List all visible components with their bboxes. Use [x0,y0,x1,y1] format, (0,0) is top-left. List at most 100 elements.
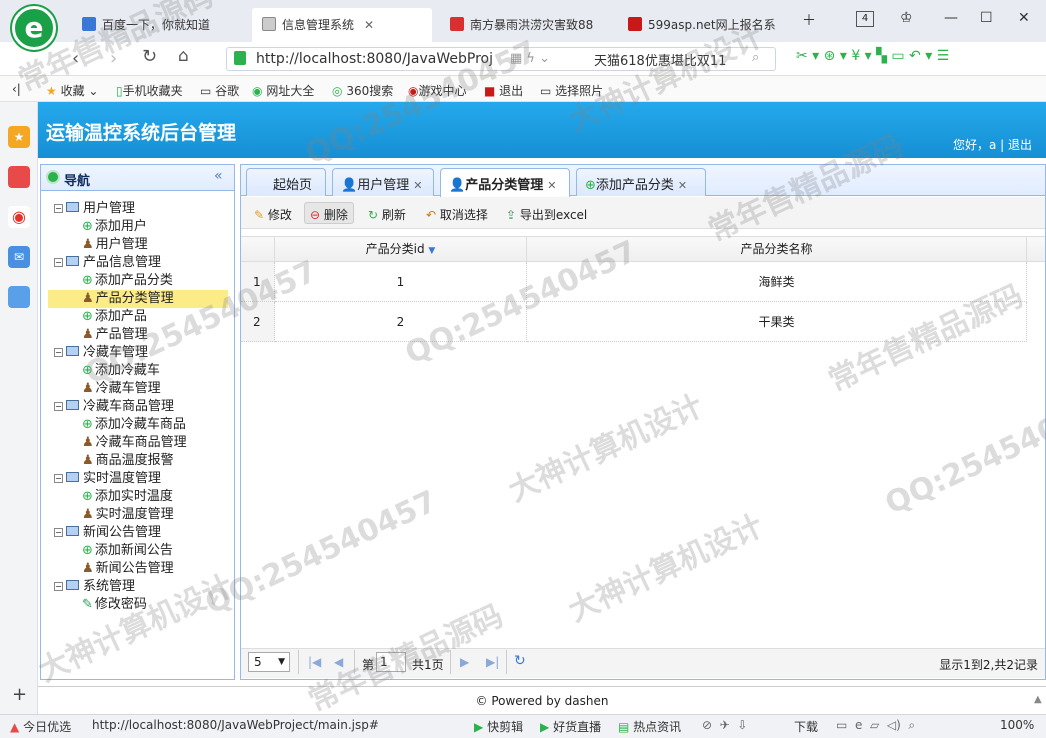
close-window-button[interactable]: ✕ [1018,10,1030,26]
recommend-label[interactable]: ▲ 今日优选 [10,718,71,735]
tree-item[interactable]: ♟ 冷藏车商品管理 [48,434,228,452]
tab-user-manage[interactable]: 👤用户管理 ✕ [332,168,434,196]
home-icon[interactable]: ⌂ [178,46,189,66]
refresh-icon[interactable]: ↻ [142,46,157,67]
bookmark-360[interactable]: ◎ 360搜索 [332,82,393,99]
add-icon: ⊕ [585,178,596,193]
status-quickcut[interactable]: ▶ 快剪辑 [474,718,523,735]
scroll-arrow-icon[interactable]: ▲ [1034,694,1042,705]
forward-button[interactable]: › [110,48,117,69]
status-tools-icons[interactable]: ⊘ ✈ ⇩ [702,718,747,732]
tree-item[interactable]: ⊕ 添加新闻公告 [48,542,228,560]
column-header-name[interactable]: 产品分类名称 [527,236,1027,262]
tab-counter[interactable]: 4 [856,11,874,27]
collapse-box-icon[interactable]: − [54,474,63,483]
tree-group[interactable]: − 冷藏车管理 [48,344,228,362]
collapse-box-icon[interactable]: − [54,258,63,267]
collapse-box-icon[interactable]: − [54,402,63,411]
star-icon[interactable]: ★ [8,126,30,148]
bookmark-games[interactable]: ◉游戏中心 [408,82,467,99]
deselect-button[interactable]: ↶ 取消选择 [420,202,494,224]
export-excel-button[interactable]: ⇪ 导出到excel [500,202,593,224]
collapse-box-icon[interactable]: − [54,348,63,357]
bookmark-favorites[interactable]: ★ 收藏 ⌄ [46,82,98,99]
tree-group[interactable]: − 新闻公告管理 [48,524,228,542]
bookmark-mobile[interactable]: ▯手机收藏夹 [116,82,183,99]
maximize-button[interactable]: ☐ [980,10,993,26]
weibo-icon[interactable]: ◉ [8,206,30,228]
first-page-icon[interactable]: |◀ [308,655,321,669]
browser-tab-news[interactable]: 南方暴雨洪涝灾害致88 [440,8,612,42]
tab-category-manage[interactable]: 👤产品分类管理 ✕ [440,168,570,197]
last-page-icon[interactable]: ▶| [486,655,499,669]
close-tab-icon[interactable]: ✕ [678,179,687,192]
add-sidebar-icon[interactable]: + [12,684,27,705]
prev-page-icon[interactable]: ◀ [334,655,343,669]
close-tab-icon[interactable]: ✕ [547,179,556,192]
close-tab-icon[interactable]: ✕ [364,18,374,32]
back-button[interactable]: ‹ [72,48,79,69]
collapse-icon[interactable]: « [214,168,223,184]
tree-group[interactable]: − 实时温度管理 [48,470,228,488]
tab-home[interactable]: 起始页 [246,168,326,196]
page-size-select[interactable]: 5 ▼ [248,652,290,672]
tree-item[interactable]: ♟ 产品管理 [48,326,228,344]
tree-item[interactable]: ⊕ 添加冷藏车商品 [48,416,228,434]
collapse-box-icon[interactable]: − [54,204,63,213]
refresh-button[interactable]: ↻ 刷新 [362,202,412,224]
bookmark-logout[interactable]: ■ 退出 [484,82,523,99]
bookmark-google[interactable]: ▭ 谷歌 [200,82,239,99]
tree-group[interactable]: − 冷藏车商品管理 [48,398,228,416]
qr-icon[interactable]: ▦ ϟ ⌄ [510,51,550,66]
zoom-level[interactable]: 100% [1000,718,1034,732]
skin-icon[interactable]: ♔ [900,10,913,26]
next-page-icon[interactable]: ▶ [460,655,469,669]
browser-tab-baidu[interactable]: 百度一下，你就知道 [72,8,240,42]
page-number-input[interactable]: 1 [376,652,406,672]
tree-item[interactable]: ⊕ 添加实时温度 [48,488,228,506]
reload-icon[interactable]: ↻ [514,653,526,669]
bookmark-photos[interactable]: ▭ 选择照片 [540,82,603,99]
edit-button[interactable]: ✎ 修改 [248,202,298,224]
tree-item[interactable]: ⊕ 添加冷藏车 [48,362,228,380]
search-box[interactable]: 天猫618优惠堪比双11 [594,50,726,69]
tree-group[interactable]: − 产品信息管理 [48,254,228,272]
status-live[interactable]: ▶ 好货直播 [540,718,601,735]
tree-item[interactable]: ⊕ 添加产品分类 [48,272,228,290]
calendar-icon[interactable] [8,166,30,188]
table-row[interactable]: 1 1 海鲜类 [241,262,1045,302]
status-news[interactable]: ▤ 热点资讯 [618,718,681,735]
tree-item[interactable]: ♟ 实时温度管理 [48,506,228,524]
tree-group[interactable]: − 系统管理 [48,578,228,596]
tree-item[interactable]: ⊕ 添加用户 [48,218,228,236]
tree-item[interactable]: ♟ 产品分类管理 [48,290,228,308]
status-misc-icons[interactable]: ▭ e ▱ ◁) ⌕ [836,718,915,733]
collapse-box-icon[interactable]: − [54,528,63,537]
minimize-button[interactable]: — [944,10,958,26]
tree-item[interactable]: ✎ 修改密码 [48,596,228,614]
url-text[interactable]: http://localhost:8080/JavaWebProj [256,51,493,67]
tree-item[interactable]: ♟ 用户管理 [48,236,228,254]
close-tab-icon[interactable]: ✕ [413,179,422,192]
mail-icon[interactable]: ✉ [8,246,30,268]
table-row[interactable]: 2 2 干果类 [241,302,1045,342]
new-tab-button[interactable]: ＋ [802,10,816,30]
tab-add-category[interactable]: ⊕添加产品分类 ✕ [576,168,706,196]
search-icon[interactable]: ⌕ [752,50,759,65]
user-greeting[interactable]: 您好，a | 退出 [953,136,1032,153]
tree-item[interactable]: ⊕ 添加产品 [48,308,228,326]
sidebar-toggle-icon[interactable]: ‹| [12,82,21,96]
browser-tab-active[interactable]: 信息管理系统 ✕ [252,8,432,42]
document-icon[interactable] [8,286,30,308]
tree-item[interactable]: ♟ 商品温度报警 [48,452,228,470]
browser-tab-599[interactable]: 599asp.net网上报名系 [618,8,792,42]
bookmark-hao[interactable]: ◉ 网址大全 [252,82,314,99]
column-header-id[interactable]: 产品分类id ▼ [275,236,527,262]
status-download[interactable]: 下载 [794,718,818,735]
tree-item[interactable]: ♟ 新闻公告管理 [48,560,228,578]
tree-item[interactable]: ♟ 冷藏车管理 [48,380,228,398]
extension-icons[interactable]: ✂ ▾ ⊛ ▾ ¥ ▾ ▚ ▭ ↶ ▾ ☰ [796,48,949,64]
tree-group[interactable]: − 用户管理 [48,200,228,218]
collapse-box-icon[interactable]: − [54,582,63,591]
delete-button[interactable]: ⊖ 删除 [304,202,354,224]
